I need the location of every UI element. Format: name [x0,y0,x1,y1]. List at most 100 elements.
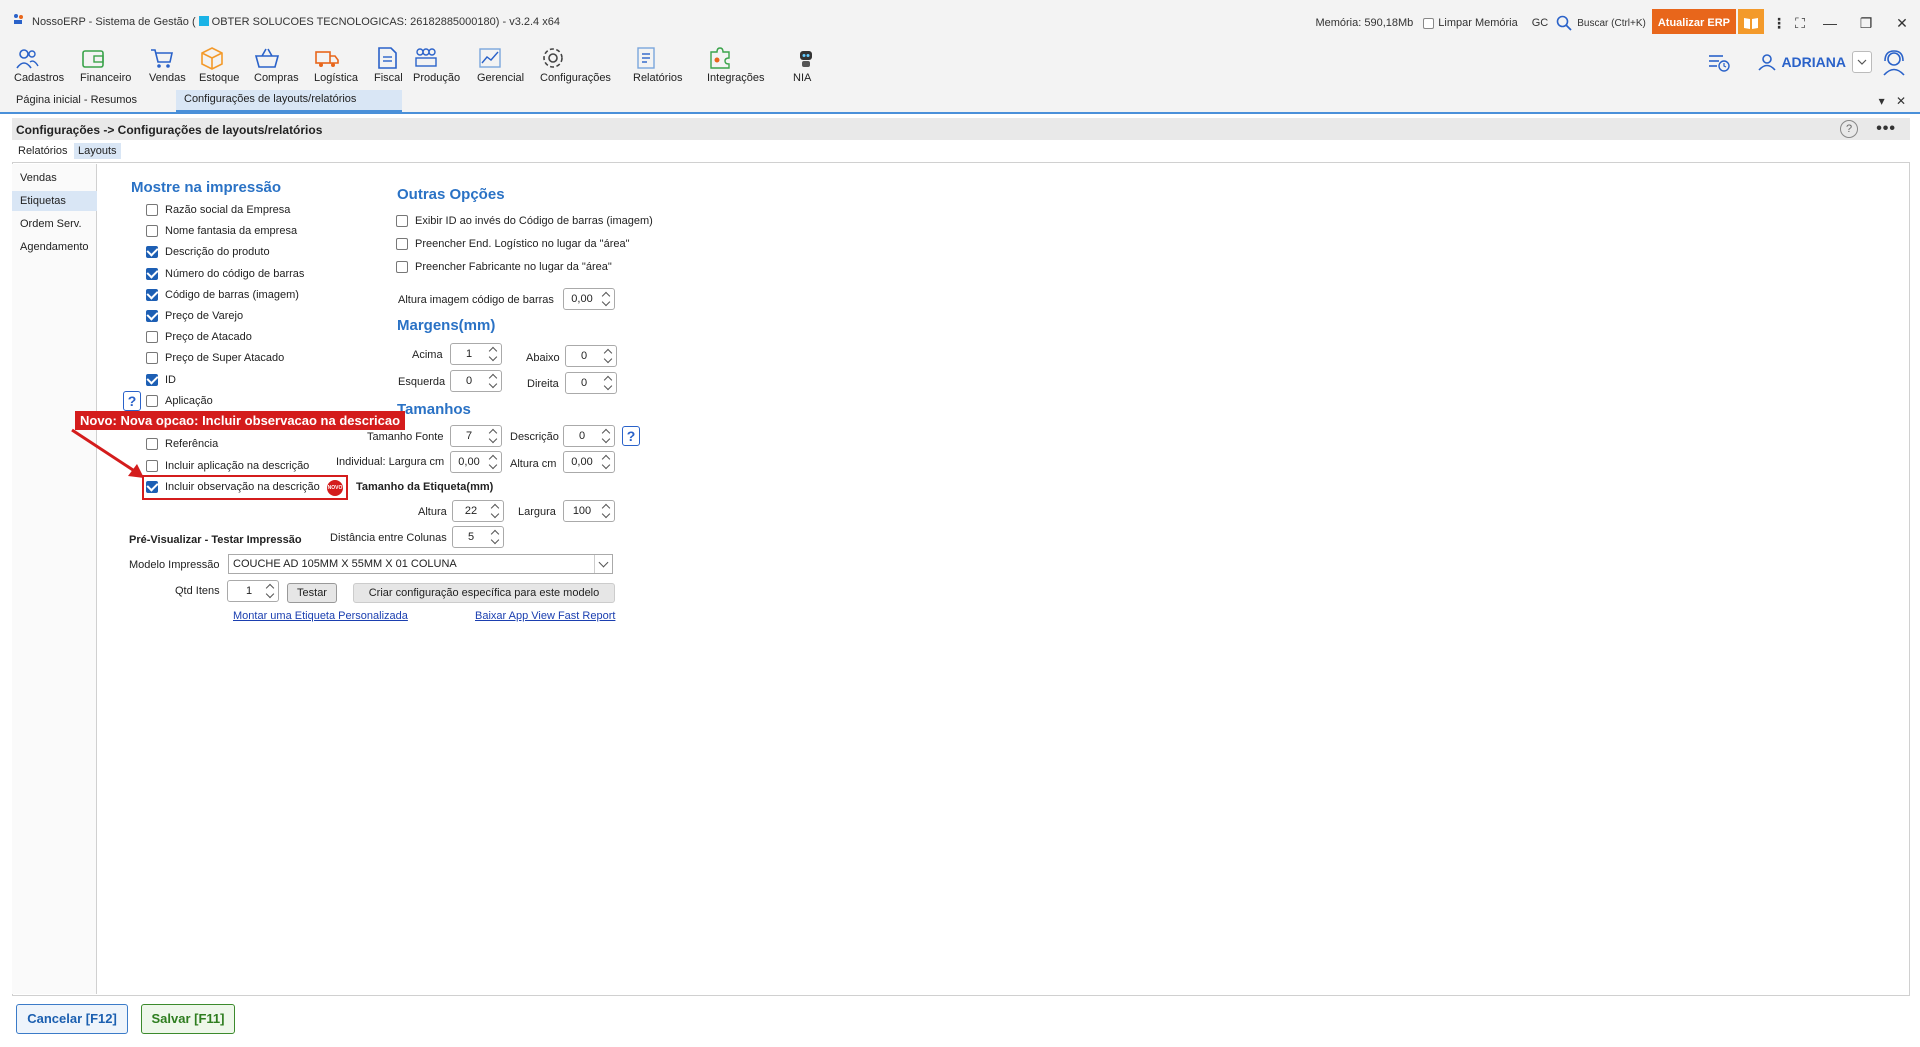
show-option-row[interactable]: Preço de Varejo [146,310,243,322]
custom-label-link[interactable]: Montar uma Etiqueta Personalizada [233,610,408,622]
label-height-stepper[interactable]: 22 [452,500,504,522]
checkbox[interactable] [146,225,158,237]
toolbar-financeiro[interactable]: Financeiro [80,44,131,84]
show-option-row[interactable]: Incluir aplicação na descrição [146,460,309,472]
notifications-list-icon[interactable] [1707,51,1731,73]
checkbox[interactable] [146,268,158,280]
margin-bottom-stepper[interactable]: 0 [565,345,617,367]
checkbox[interactable] [146,289,158,301]
margin-right-stepper[interactable]: 0 [565,372,617,394]
clear-memory-checkbox[interactable] [1423,17,1435,29]
toolbar-relatorios[interactable]: Relatórios [633,44,683,84]
checkbox[interactable] [146,246,158,258]
toolbar-estoque[interactable]: Estoque [199,44,239,84]
label-width-stepper[interactable]: 100 [563,500,615,522]
margin-left-stepper[interactable]: 0 [450,370,502,392]
column-distance-stepper[interactable]: 5 [452,526,504,548]
checkbox[interactable] [146,352,158,364]
tab-relatorios[interactable]: Relatórios [18,145,68,157]
toolbar-compras[interactable]: Compras [254,44,299,84]
window-title: NossoERP - Sistema de Gestão (OBTER SOLU… [32,16,560,28]
tab-close-icon[interactable]: ✕ [1896,94,1906,108]
help-icon[interactable]: ? [1840,120,1858,138]
stepper-arrows-icon[interactable] [266,582,275,600]
search-button[interactable]: Buscar (Ctrl+K) [1556,15,1646,31]
desc-size-stepper[interactable]: 0 [563,425,615,447]
help-question-icon[interactable]: ? [123,391,141,411]
tab-layout-config[interactable]: Configurações de layouts/relatórios [176,90,402,112]
show-option-row[interactable]: Referência [146,438,218,450]
gc-button[interactable]: GC [1532,17,1549,29]
qty-items-stepper[interactable]: 1 [227,580,279,602]
test-button[interactable]: Testar [287,583,337,603]
individual-width-stepper[interactable]: 0,00 [450,451,502,473]
margin-top-stepper[interactable]: 1 [450,343,502,365]
print-model-select[interactable]: COUCHE AD 105MM X 55MM X 01 COLUNA [228,554,613,574]
update-erp-button[interactable]: Atualizar ERP [1651,9,1736,37]
other-option-row[interactable]: Preencher End. Logístico no lugar da "ár… [396,238,630,250]
barcode-height-stepper[interactable]: 0,00 [563,288,615,310]
stepper-arrows-icon[interactable] [604,374,613,392]
other-option-row[interactable]: Preencher Fabricante no lugar da "área" [396,261,612,273]
manual-button[interactable] [1738,9,1764,37]
download-app-link[interactable]: Baixar App View Fast Report [475,610,615,622]
checkbox[interactable] [146,331,158,343]
checkbox[interactable] [396,261,408,273]
show-option-row[interactable]: Preço de Atacado [146,331,252,343]
toolbar-producao[interactable]: Produção [413,44,460,84]
show-option-row[interactable]: Descrição do produto [146,246,270,258]
stepper-arrows-icon[interactable] [602,502,611,520]
user-menu[interactable]: ADRIANA [1757,53,1846,71]
chevron-down-icon[interactable] [594,555,612,573]
toolbar-gerencial[interactable]: Gerencial [477,44,524,84]
toolbar-integracoes[interactable]: Integrações [707,44,764,84]
checkbox[interactable] [146,204,158,216]
desc-size-label: Descrição [510,431,559,443]
checkbox[interactable] [146,374,158,386]
checkbox[interactable] [146,395,158,407]
show-option-row[interactable]: Preço de Super Atacado [146,352,284,364]
support-agent-icon[interactable] [1880,48,1908,76]
show-option-row[interactable]: Aplicação [146,395,213,407]
checkbox[interactable] [146,310,158,322]
toolbar-configuracoes[interactable]: Configurações [540,44,611,84]
stepper-arrows-icon[interactable] [604,347,613,365]
stepper-arrows-icon[interactable] [489,453,498,471]
sidebar-item-vendas[interactable]: Vendas [12,168,97,188]
user-dropdown-button[interactable] [1852,51,1872,73]
show-option-row[interactable]: Número do código de barras [146,268,304,280]
stepper-arrows-icon[interactable] [602,427,611,445]
save-button[interactable]: Salvar [F11] [141,1004,235,1034]
sidebar-item-agendamento[interactable]: Agendamento [12,237,97,257]
cancel-button[interactable]: Cancelar [F12] [16,1004,128,1034]
stepper-arrows-icon[interactable] [602,453,611,471]
stepper-arrows-icon[interactable] [491,502,500,520]
stepper-arrows-icon[interactable] [489,427,498,445]
tab-list-icon[interactable]: ▾ [1879,94,1885,108]
sizes-help-icon[interactable]: ? [622,426,640,446]
font-size-stepper[interactable]: 7 [450,425,502,447]
show-option-row[interactable]: Razão social da Empresa [146,204,290,216]
stepper-arrows-icon[interactable] [489,372,498,390]
toolbar-vendas[interactable]: Vendas [149,44,186,84]
toolbar-fiscal[interactable]: Fiscal [374,44,403,84]
show-option-row[interactable]: ID [146,374,176,386]
sidebar-item-ordem-serv[interactable]: Ordem Serv. [12,214,97,234]
sidebar-item-etiquetas[interactable]: Etiquetas [12,191,97,211]
toolbar-logistica[interactable]: Logística [314,44,358,84]
checkbox[interactable] [396,215,408,227]
toolbar-cadastros[interactable]: Cadastros [14,44,64,84]
show-option-row[interactable]: Código de barras (imagem) [146,289,299,301]
stepper-arrows-icon[interactable] [602,290,611,308]
show-option-row[interactable]: Nome fantasia da empresa [146,225,297,237]
other-option-row[interactable]: Exibir ID ao invés do Código de barras (… [396,215,653,227]
toolbar-nia[interactable]: NIA [793,44,819,84]
stepper-arrows-icon[interactable] [491,528,500,546]
checkbox[interactable] [396,238,408,250]
individual-height-stepper[interactable]: 0,00 [563,451,615,473]
tab-layouts[interactable]: Layouts [74,143,121,159]
more-options-icon[interactable]: ••• [1876,120,1896,138]
tab-home[interactable]: Página inicial - Resumos [16,94,137,106]
stepper-arrows-icon[interactable] [489,345,498,363]
create-config-button[interactable]: Criar configuração específica para este … [353,583,615,603]
